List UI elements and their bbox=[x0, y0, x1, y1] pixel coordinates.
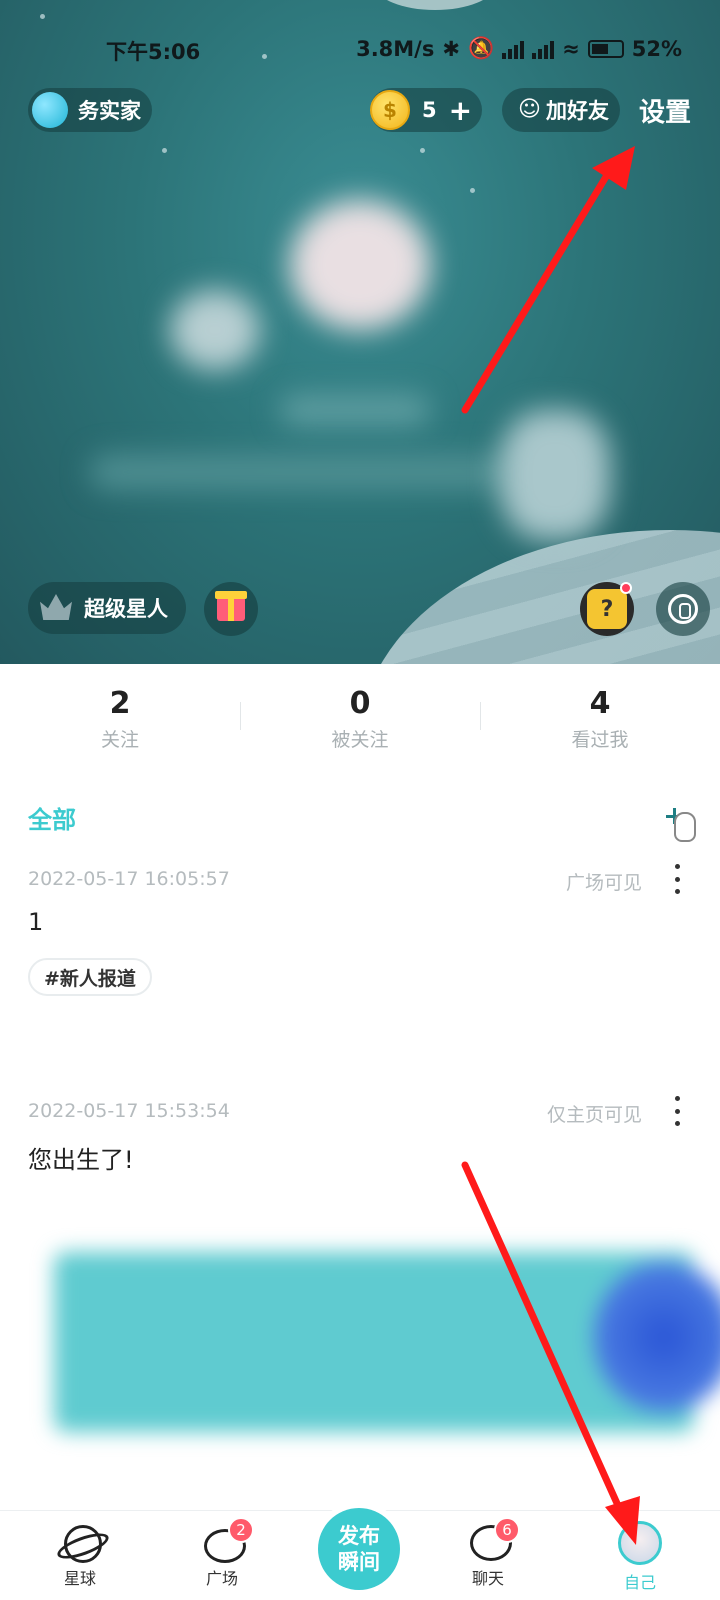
status-right: 3.8M/s ✱ 🔕 ≈ 52% bbox=[356, 36, 682, 61]
unread-badge: 2 bbox=[228, 1517, 254, 1543]
add-friend-label: 加好友 bbox=[546, 99, 609, 123]
star-decoration bbox=[162, 148, 167, 153]
coin-count: 5 bbox=[422, 98, 437, 122]
add-post-button[interactable] bbox=[664, 806, 702, 846]
blurred-nickname bbox=[280, 395, 430, 425]
stat-count: 2 bbox=[109, 686, 131, 721]
publish-line2: 瞬间 bbox=[338, 1550, 380, 1574]
question-cat-icon: ? bbox=[587, 589, 627, 629]
battery-level: 52% bbox=[631, 36, 682, 61]
wifi-icon: ≈ bbox=[562, 36, 580, 61]
plus-icon: + bbox=[448, 93, 473, 127]
stat-count: 4 bbox=[589, 686, 611, 721]
hand-pointer-icon bbox=[674, 812, 696, 842]
stats-row: 2 关注 0 被关注 4 看过我 bbox=[0, 664, 720, 764]
post-datetime: 2022-05-17 15:53:54 bbox=[28, 1100, 230, 1122]
super-star-button[interactable]: 超级星人 bbox=[28, 582, 186, 634]
nav-label: 自己 bbox=[623, 1573, 656, 1592]
more-options-icon[interactable] bbox=[672, 864, 682, 894]
stat-following[interactable]: 2 关注 bbox=[0, 664, 240, 764]
post-visibility: 广场可见 bbox=[565, 872, 642, 894]
signal-icon bbox=[502, 39, 525, 59]
voice-icon bbox=[668, 594, 698, 624]
star-decoration bbox=[420, 148, 425, 153]
star-decoration bbox=[40, 14, 45, 19]
stat-label: 看过我 bbox=[571, 729, 629, 751]
bluetooth-icon: ✱ bbox=[442, 36, 460, 61]
profile-hero: 下午5:06 3.8M/s ✱ 🔕 ≈ 52% 务实家 $ 5 + ☺ 加好友 … bbox=[0, 0, 720, 664]
filter-tab-all[interactable]: 全部 bbox=[28, 800, 76, 835]
battery-icon bbox=[587, 39, 624, 58]
gift-icon bbox=[215, 591, 247, 621]
square-icon: 2 bbox=[200, 1517, 254, 1563]
nav-label: 聊天 bbox=[471, 1569, 504, 1588]
nav-item-me[interactable]: 自己 bbox=[590, 1521, 690, 1593]
avatar-icon bbox=[618, 1521, 662, 1565]
username: 务实家 bbox=[78, 99, 141, 123]
mystery-box-button[interactable]: ? bbox=[580, 582, 634, 636]
nav-item-planet[interactable]: 星球 bbox=[30, 1521, 130, 1589]
nav-item-chat[interactable]: 6 聊天 bbox=[438, 1517, 538, 1589]
publish-moment-button[interactable]: 发布 瞬间 bbox=[318, 1508, 400, 1590]
planet-icon bbox=[58, 1521, 102, 1563]
username-pill[interactable]: 务实家 bbox=[28, 88, 152, 132]
stat-followers[interactable]: 0 被关注 bbox=[240, 664, 480, 764]
signal-icon bbox=[532, 39, 555, 59]
coin-icon: $ bbox=[370, 90, 410, 130]
network-speed: 3.8M/s bbox=[356, 36, 435, 61]
notification-dot bbox=[620, 582, 632, 594]
publish-line1: 发布 bbox=[338, 1524, 380, 1548]
stat-visitors[interactable]: 4 看过我 bbox=[480, 664, 720, 764]
stat-label: 关注 bbox=[100, 729, 139, 751]
blurred-decoration bbox=[500, 410, 610, 540]
blurred-bio bbox=[90, 455, 530, 489]
blurred-post-card[interactable] bbox=[34, 1242, 720, 1452]
chat-icon: 6 bbox=[466, 1517, 520, 1561]
add-person-icon: ☺ bbox=[518, 97, 541, 122]
post-visibility: 仅主页可见 bbox=[546, 1104, 642, 1126]
status-time: 下午5:06 bbox=[106, 40, 201, 64]
gift-button[interactable] bbox=[204, 582, 258, 636]
add-friend-button[interactable]: ☺ 加好友 bbox=[502, 88, 620, 132]
settings-button[interactable]: 设置 bbox=[639, 92, 691, 129]
star-decoration bbox=[470, 188, 475, 193]
coin-balance-button[interactable]: $ 5 + bbox=[370, 88, 482, 132]
topic-tag[interactable]: #新人报道 bbox=[28, 958, 152, 996]
nav-item-square[interactable]: 2 广场 bbox=[172, 1517, 272, 1589]
moon-decoration bbox=[375, 0, 495, 10]
more-options-icon[interactable] bbox=[672, 1096, 682, 1126]
nav-label: 广场 bbox=[205, 1569, 238, 1588]
voice-button[interactable] bbox=[656, 582, 710, 636]
globe-icon bbox=[32, 92, 68, 128]
crown-icon bbox=[40, 594, 72, 620]
status-bar: 下午5:06 3.8M/s ✱ 🔕 ≈ 52% bbox=[0, 30, 720, 70]
stat-label: 被关注 bbox=[331, 729, 389, 751]
avatar[interactable] bbox=[290, 200, 430, 330]
post-datetime: 2022-05-17 16:05:57 bbox=[28, 868, 230, 890]
stat-count: 0 bbox=[349, 686, 371, 721]
mute-icon: 🔕 bbox=[467, 36, 495, 60]
nav-label: 星球 bbox=[63, 1569, 96, 1588]
post-content: 您出生了! bbox=[28, 1146, 134, 1174]
blurred-decoration bbox=[170, 290, 260, 370]
post-content: 1 bbox=[28, 908, 44, 936]
vip-label: 超级星人 bbox=[84, 597, 168, 621]
unread-badge: 6 bbox=[494, 1517, 520, 1543]
